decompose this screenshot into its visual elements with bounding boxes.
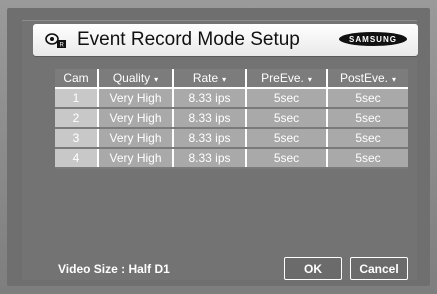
chevron-down-icon: ▾ [392,75,397,84]
column-header-cam: Cam [55,69,99,89]
table-row: 4 Very High 8.33 ips 5sec 5sec [55,148,408,169]
svg-text:R: R [60,43,65,49]
column-header-postevent[interactable]: PostEve. ▾ [327,69,408,89]
quality-cell[interactable]: Very High [98,128,174,149]
quality-cell[interactable]: Very High [98,88,174,109]
rate-cell[interactable]: 8.33 ips [173,128,247,149]
quality-cell[interactable]: Very High [98,108,174,129]
quality-cell[interactable]: Very High [98,148,174,169]
preevent-cell[interactable]: 5sec [246,108,328,129]
rate-cell[interactable]: 8.33 ips [173,148,247,169]
column-header-preevent[interactable]: PreEve. ▾ [246,69,328,89]
postevent-cell[interactable]: 5sec [327,148,408,169]
chevron-down-icon: ▾ [307,75,312,84]
chevron-down-icon: ▾ [154,75,159,84]
table-header-row: Cam Quality ▾ Rate ▾ PreEve. ▾ PostEve. ▾ [55,69,408,89]
postevent-cell[interactable]: 5sec [327,128,408,149]
postevent-cell[interactable]: 5sec [327,108,408,129]
column-header-rate[interactable]: Rate ▾ [173,69,247,89]
cam-number: 3 [55,128,99,149]
preevent-cell[interactable]: 5sec [246,88,328,109]
table-row: 2 Very High 8.33 ips 5sec 5sec [55,108,408,129]
rate-cell[interactable]: 8.33 ips [173,88,247,109]
chevron-down-icon: ▾ [222,75,227,84]
rate-cell[interactable]: 8.33 ips [173,108,247,129]
brand-logo: SAMSUNG [339,32,407,46]
table-row: 3 Very High 8.33 ips 5sec 5sec [55,128,408,149]
ok-button[interactable]: OK [284,257,342,280]
event-record-table: Cam Quality ▾ Rate ▾ PreEve. ▾ PostEve. ▾ 1 … [55,69,408,169]
preevent-cell[interactable]: 5sec [246,148,328,169]
column-header-quality[interactable]: Quality ▾ [98,69,174,89]
postevent-cell[interactable]: 5sec [327,88,408,109]
page-title: Event Record Mode Setup [77,29,300,50]
camera-record-icon: R [45,33,66,49]
cancel-button[interactable]: Cancel [350,257,408,280]
preevent-cell[interactable]: 5sec [246,128,328,149]
video-size-label: Video Size : Half D1 [58,262,170,276]
table-row: 1 Very High 8.33 ips 5sec 5sec [55,88,408,109]
cam-number: 1 [55,88,99,109]
cam-number: 2 [55,108,99,129]
cam-number: 4 [55,148,99,169]
